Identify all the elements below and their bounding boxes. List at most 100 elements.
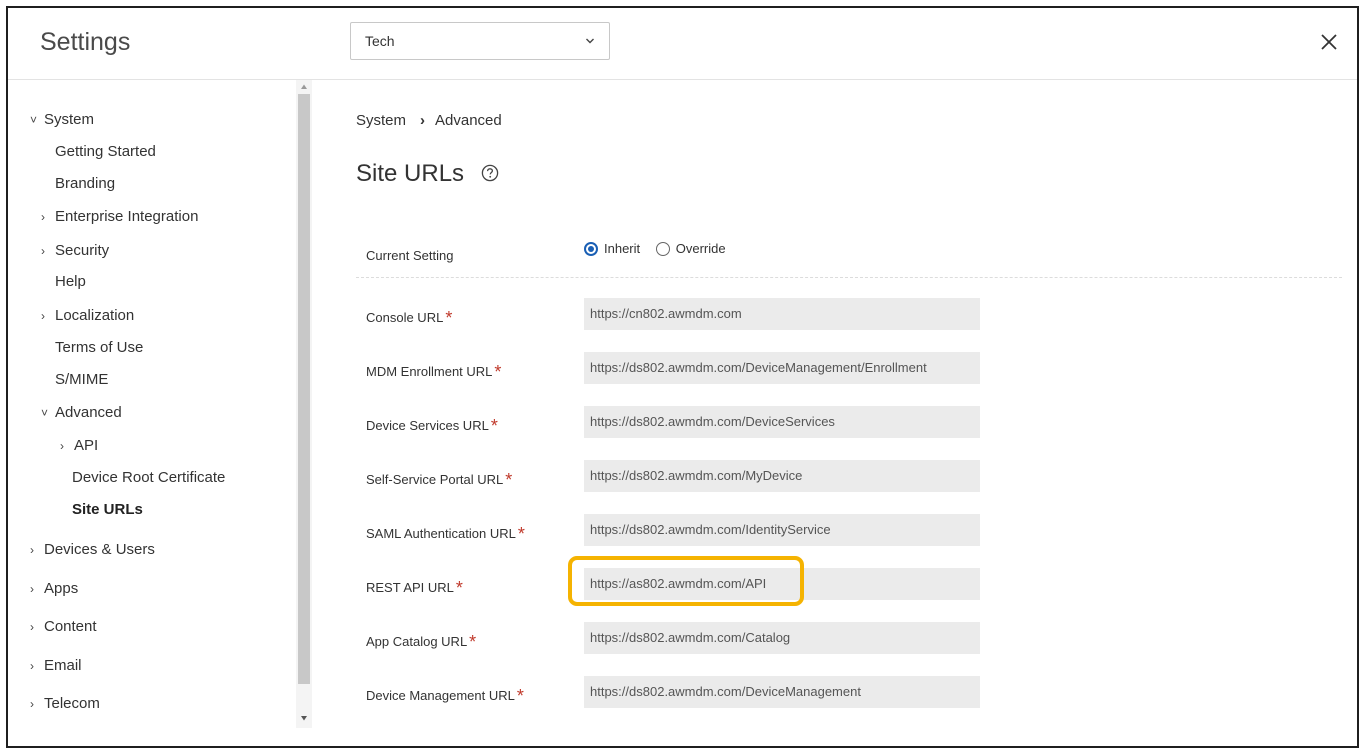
scroll-down-arrow-icon[interactable] <box>300 714 308 722</box>
breadcrumb-root-link[interactable]: System <box>356 112 406 129</box>
settings-window: Settings Tech ˅ System Getting Started Br… <box>6 6 1359 748</box>
sidebar-item-advanced[interactable]: ˅ Advanced <box>41 401 122 425</box>
sidebar-item-label: Email <box>44 657 82 674</box>
scroll-up-arrow-icon[interactable] <box>300 83 308 91</box>
sidebar-item-security[interactable]: › Security <box>41 239 109 263</box>
required-mark: * <box>517 524 525 544</box>
field-label-text: SAML Authentication URL <box>366 526 516 541</box>
required-mark: * <box>455 578 463 598</box>
page-title: Site URLs <box>356 160 499 188</box>
sidebar-item-device-root-certificate[interactable]: Device Root Certificate <box>72 466 225 490</box>
field-label-text: Device Services URL <box>366 418 489 433</box>
main-content: System › Advanced Site URLs Current Settin… <box>312 80 1357 746</box>
field-label-saml-authentication-url: SAML Authentication URL * <box>366 522 525 544</box>
field-label-console-url: Console URL * <box>366 306 453 328</box>
sidebar-item-label: Enterprise Integration <box>55 208 199 225</box>
device-management-url-field[interactable]: https://ds802.awmdm.com/DeviceManagement <box>584 676 980 708</box>
sidebar-item-label: API <box>74 437 99 454</box>
sidebar-item-label: Getting Started <box>55 143 156 160</box>
chevron-right-icon: › <box>30 697 34 711</box>
required-mark: * <box>505 470 513 490</box>
field-label-rest-api-url: REST API URL * <box>366 576 463 598</box>
sidebar-item-api[interactable]: › API <box>60 434 98 458</box>
chevron-right-icon: › <box>41 309 45 323</box>
sidebar-item-site-urls[interactable]: Site URLs <box>72 498 143 522</box>
sidebar-item-content[interactable]: › Content <box>30 615 97 639</box>
field-label-device-services-url: Device Services URL * <box>366 414 498 436</box>
page-header-title: Settings <box>40 28 131 56</box>
breadcrumb-current[interactable]: Advanced <box>435 112 502 129</box>
field-label-self-service-portal-url: Self-Service Portal URL * <box>366 468 513 490</box>
required-mark: * <box>490 416 498 436</box>
field-label-text: REST API URL <box>366 580 454 595</box>
chevron-right-icon: › <box>30 659 34 673</box>
sidebar-item-system[interactable]: ˅ System <box>30 108 94 132</box>
sidebar-item-label: Localization <box>55 307 135 324</box>
help-icon[interactable] <box>481 164 499 182</box>
sidebar-item-branding[interactable]: Branding <box>55 172 115 196</box>
sidebar-item-label: Site URLs <box>72 501 143 518</box>
sidebar-item-label: Apps <box>44 580 79 597</box>
sidebar-item-devices-users[interactable]: › Devices & Users <box>30 538 155 562</box>
field-label-text: Self-Service Portal URL <box>366 472 504 487</box>
sidebar-item-apps[interactable]: › Apps <box>30 577 78 601</box>
sidebar-item-label: Help <box>55 273 86 290</box>
field-label-app-catalog-url: App Catalog URL * <box>366 630 476 652</box>
sidebar-item-label: Devices & Users <box>44 541 155 558</box>
sidebar-item-label: S/MIME <box>55 371 109 388</box>
chevron-right-icon: › <box>30 582 34 596</box>
sidebar-item-email[interactable]: › Email <box>30 654 82 678</box>
settings-sidebar: ˅ System Getting Started Branding › Enterp… <box>8 80 296 746</box>
chevron-right-icon: › <box>30 543 34 557</box>
organization-dropdown-value: Tech <box>365 33 395 49</box>
override-radio-label[interactable]: Override <box>676 241 726 256</box>
sidebar-item-label: System <box>44 111 95 128</box>
required-mark: * <box>445 308 453 328</box>
sidebar-item-label: Telecom <box>44 695 100 712</box>
scrollbar-thumb[interactable] <box>298 94 310 684</box>
saml-authentication-url-field[interactable]: https://ds802.awmdm.com/IdentityService <box>584 514 980 546</box>
field-label-device-management-url: Device Management URL * <box>366 684 524 706</box>
inherit-radio-label[interactable]: Inherit <box>604 241 640 256</box>
override-radio[interactable] <box>655 241 670 256</box>
field-label-text: Console URL <box>366 310 444 325</box>
inherit-radio[interactable] <box>584 241 598 256</box>
sidebar-item-smime[interactable]: S/MIME <box>55 368 108 392</box>
chevron-down-icon: ˅ <box>30 113 38 127</box>
sidebar-item-telecom[interactable]: › Telecom <box>30 692 100 716</box>
field-label-text: Device Management URL <box>366 688 515 703</box>
current-setting-label: Current Setting <box>366 248 454 263</box>
sidebar-scrollbar[interactable] <box>296 80 312 728</box>
sidebar-item-label: Branding <box>55 175 116 192</box>
settings-header: Settings Tech <box>8 8 1357 80</box>
organization-dropdown[interactable]: Tech <box>350 22 610 60</box>
sidebar-item-terms-of-use[interactable]: Terms of Use <box>55 336 143 360</box>
chevron-right-icon: › <box>41 210 45 224</box>
chevron-down-icon: ˅ <box>41 406 49 420</box>
sidebar-item-label: Device Root Certificate <box>72 469 226 486</box>
chevron-right-icon: › <box>41 244 45 258</box>
field-label-mdm-enrollment-url: MDM Enrollment URL * <box>366 360 501 382</box>
sidebar-item-help[interactable]: Help <box>55 270 86 294</box>
sidebar-item-getting-started[interactable]: Getting Started <box>55 140 156 164</box>
mdm-enrollment-url-field[interactable]: https://ds802.awmdm.com/DeviceManagement… <box>584 352 980 384</box>
rest-api-url-field[interactable]: https://as802.awmdm.com/API <box>584 568 980 600</box>
field-label-text: MDM Enrollment URL <box>366 364 493 379</box>
page-title-text: Site URLs <box>356 160 465 187</box>
sidebar-item-label: Advanced <box>55 404 122 421</box>
sidebar-item-localization[interactable]: › Localization <box>41 304 134 328</box>
chevron-right-icon: › <box>60 439 64 453</box>
chevron-down-icon <box>586 38 594 44</box>
sidebar-item-label: Security <box>55 242 110 259</box>
sidebar-item-label: Terms of Use <box>55 339 144 356</box>
close-icon[interactable] <box>1319 32 1339 52</box>
required-mark: * <box>516 686 524 706</box>
sidebar-item-label: Content <box>44 618 97 635</box>
device-services-url-field[interactable]: https://ds802.awmdm.com/DeviceServices <box>584 406 980 438</box>
breadcrumb-separator-icon: › <box>420 112 426 129</box>
app-catalog-url-field[interactable]: https://ds802.awmdm.com/Catalog <box>584 622 980 654</box>
sidebar-item-enterprise-integration[interactable]: › Enterprise Integration <box>41 205 198 229</box>
section-divider <box>356 277 1342 278</box>
self-service-portal-url-field[interactable]: https://ds802.awmdm.com/MyDevice <box>584 460 980 492</box>
console-url-field[interactable]: https://cn802.awmdm.com <box>584 298 980 330</box>
